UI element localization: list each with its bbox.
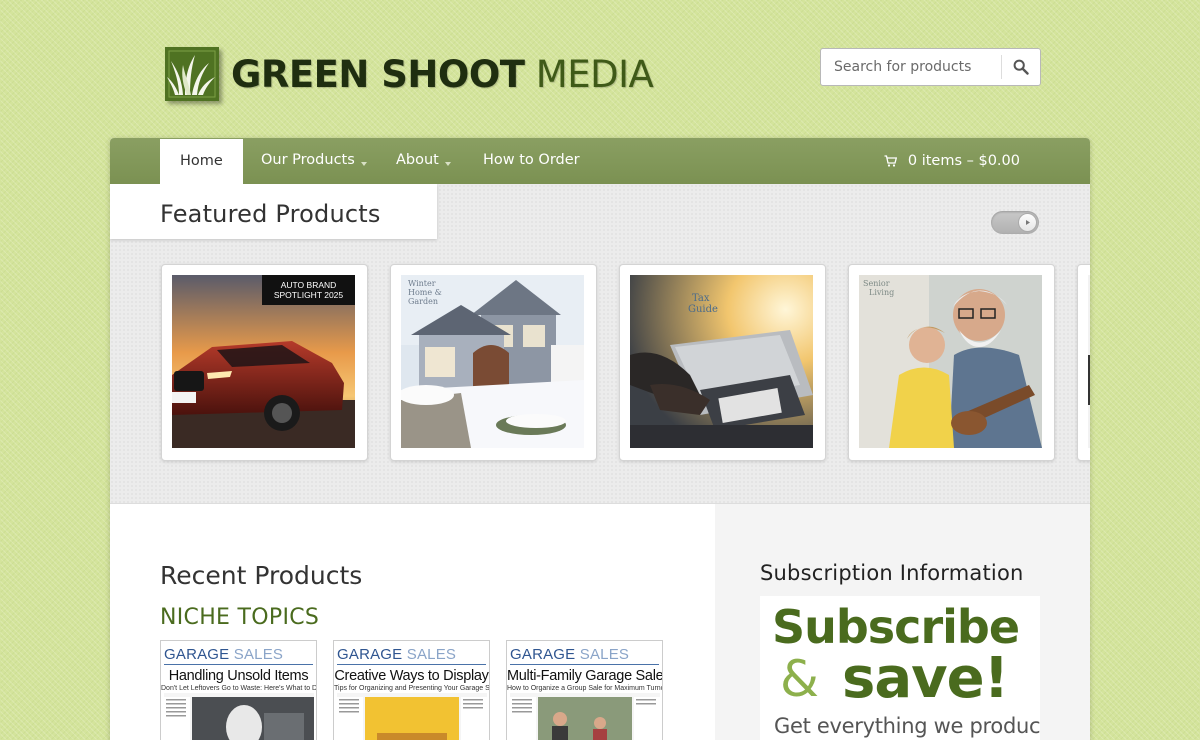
product-title: Handling Unsold Items: [168, 668, 309, 684]
nav-how-to-order[interactable]: How to Order: [463, 138, 600, 184]
featured-card-partial[interactable]: [1077, 264, 1090, 461]
series-rule: [510, 664, 659, 665]
grass-logo-icon: [165, 47, 219, 101]
lower-section: Recent Products NICHE TOPICS GARAGE SALE…: [110, 504, 1090, 740]
featured-products: Featured Products AUTO BRAND SPOTLIGHT 2…: [110, 184, 1090, 504]
product-title: Creative Ways to Display: [334, 668, 489, 684]
series-rule: [337, 664, 486, 665]
slider-play-toggle[interactable]: [991, 211, 1039, 234]
play-icon: [1018, 213, 1037, 232]
auto-brand-overlay: AUTO BRAND SPOTLIGHT 2025: [262, 275, 355, 305]
product-card-handling-unsold[interactable]: GARAGE SALES Handling Unsold Items Don't…: [160, 640, 317, 740]
tax-overlay-line2: Guide: [688, 304, 718, 315]
product-card-multi-family[interactable]: GARAGE SALES Multi-Family Garage Sales H…: [506, 640, 663, 740]
cart-link[interactable]: 0 items – $0.00: [884, 138, 1020, 184]
nav-our-products[interactable]: Our Products: [241, 138, 387, 184]
winter-overlay-line1: Winter: [408, 279, 436, 288]
save-text: save!: [842, 646, 1009, 711]
featured-card-tax-guide[interactable]: Tax Guide: [619, 264, 826, 461]
auto-overlay-line2: SPOTLIGHT 2025: [273, 290, 344, 300]
nav-our-products-label: Our Products: [261, 152, 355, 168]
auto-brand-image: AUTO BRAND SPOTLIGHT 2025: [172, 275, 355, 448]
product-title: Multi-Family Garage Sales: [507, 668, 663, 684]
auto-overlay-line1: AUTO BRAND: [280, 280, 337, 290]
site-name-light: MEDIA: [535, 52, 654, 96]
search-box: [820, 48, 1041, 86]
nav-about-label: About: [396, 152, 439, 168]
nav-how-to-order-label: How to Order: [483, 152, 580, 168]
chevron-down-icon: [360, 162, 367, 166]
product-subtitle: Don't Let Leftovers Go to Waste: Here's …: [161, 685, 317, 692]
series-label: GARAGE SALES: [510, 646, 630, 663]
senior-living-image: Senior Living: [859, 275, 1042, 448]
cart-icon: [884, 155, 897, 167]
product-subtitle: How to Organize a Group Sale for Maximum…: [507, 685, 662, 692]
featured-card-winter-home[interactable]: Winter Home & Garden: [390, 264, 597, 461]
winter-home-image: Winter Home & Garden: [401, 275, 584, 448]
site-name-bold: GREEN SHOOT: [231, 52, 525, 96]
product-subtitle: Tips for Organizing and Presenting Your …: [334, 685, 490, 692]
nav-about[interactable]: About: [376, 138, 471, 184]
senior-overlay-line2: Living: [869, 288, 894, 297]
featured-heading-tab: Featured Products: [110, 184, 437, 239]
featured-card-senior-living[interactable]: Senior Living: [848, 264, 1055, 461]
subscription-heading: Subscription Information: [760, 561, 1024, 585]
ampersand-text: &: [780, 650, 819, 708]
product-thumbnail: [337, 693, 487, 740]
tax-guide-image: Tax Guide: [630, 275, 813, 448]
winter-overlay-line2: Home &: [408, 288, 442, 297]
series-rule: [164, 664, 313, 665]
featured-heading: Featured Products: [160, 200, 381, 228]
partial-card-image: [1088, 275, 1090, 448]
recent-products-heading: Recent Products: [160, 561, 363, 590]
search-input[interactable]: [821, 59, 1001, 75]
featured-card-auto[interactable]: AUTO BRAND SPOTLIGHT 2025: [161, 264, 368, 461]
cart-summary: 0 items – $0.00: [907, 153, 1020, 169]
subscribe-banner[interactable]: Subscribe & save! Get everything we prod…: [760, 596, 1040, 740]
site-logo[interactable]: GREEN SHOOT MEDIA: [165, 46, 654, 102]
recent-products-section: Recent Products NICHE TOPICS GARAGE SALE…: [110, 504, 715, 740]
series-label: GARAGE SALES: [337, 646, 457, 663]
product-thumbnail: [510, 693, 660, 740]
series-label: GARAGE SALES: [164, 646, 284, 663]
subscribe-tagline: Get everything we produce: [774, 714, 1040, 738]
main-panel: Home Our Products About How to Order 0 i…: [110, 138, 1090, 740]
nav-home-label: Home: [180, 153, 223, 169]
sidebar: Subscription Information Subscribe & sav…: [715, 504, 1090, 740]
nav-home[interactable]: Home: [160, 139, 243, 184]
site-name: GREEN SHOOT MEDIA: [231, 52, 654, 96]
search-icon: [1013, 59, 1029, 75]
winter-overlay-line3: Garden: [408, 297, 438, 306]
search-button[interactable]: [1002, 49, 1040, 85]
main-navigation: Home Our Products About How to Order 0 i…: [110, 138, 1090, 184]
niche-topics-heading[interactable]: NICHE TOPICS: [160, 605, 319, 630]
senior-overlay-line1: Senior: [863, 279, 890, 288]
tax-overlay-line1: Tax: [692, 293, 710, 304]
chevron-down-icon: [444, 162, 451, 166]
product-thumbnail: [164, 693, 314, 740]
product-card-creative-ways[interactable]: GARAGE SALES Creative Ways to Display Ti…: [333, 640, 490, 740]
